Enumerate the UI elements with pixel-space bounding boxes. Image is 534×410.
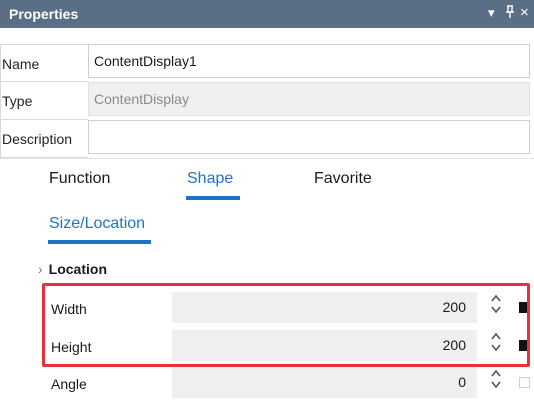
subtab-underline bbox=[48, 240, 151, 244]
angle-spinner-icon[interactable] bbox=[488, 367, 504, 398]
dropdown-icon[interactable]: ▾ bbox=[488, 5, 495, 21]
section-location-label: Location bbox=[48, 261, 108, 277]
angle-label: Angle bbox=[51, 376, 87, 392]
subtab-size-location[interactable]: Size/Location bbox=[49, 215, 145, 233]
close-icon[interactable]: × bbox=[520, 5, 529, 21]
angle-input[interactable]: 0 bbox=[172, 367, 477, 398]
name-label: Name bbox=[0, 44, 88, 82]
highlight-box bbox=[42, 283, 530, 367]
description-label: Description bbox=[0, 120, 88, 158]
type-field: ContentDisplay bbox=[88, 82, 530, 116]
chevron-right-icon: › bbox=[38, 261, 43, 277]
panel-title: Properties bbox=[9, 6, 79, 22]
pin-icon[interactable] bbox=[505, 5, 515, 23]
section-location[interactable]: › Location bbox=[38, 261, 107, 277]
tab-shape-underline bbox=[186, 196, 240, 200]
type-label: Type bbox=[0, 82, 88, 120]
angle-color-swatch[interactable] bbox=[519, 377, 530, 388]
divider bbox=[0, 158, 534, 159]
tab-favorite[interactable]: Favorite bbox=[314, 170, 372, 200]
name-field[interactable]: ContentDisplay1 bbox=[88, 44, 530, 78]
properties-titlebar: Properties ▾ × bbox=[0, 0, 534, 28]
tab-function[interactable]: Function bbox=[49, 170, 110, 200]
description-field[interactable] bbox=[88, 120, 530, 154]
